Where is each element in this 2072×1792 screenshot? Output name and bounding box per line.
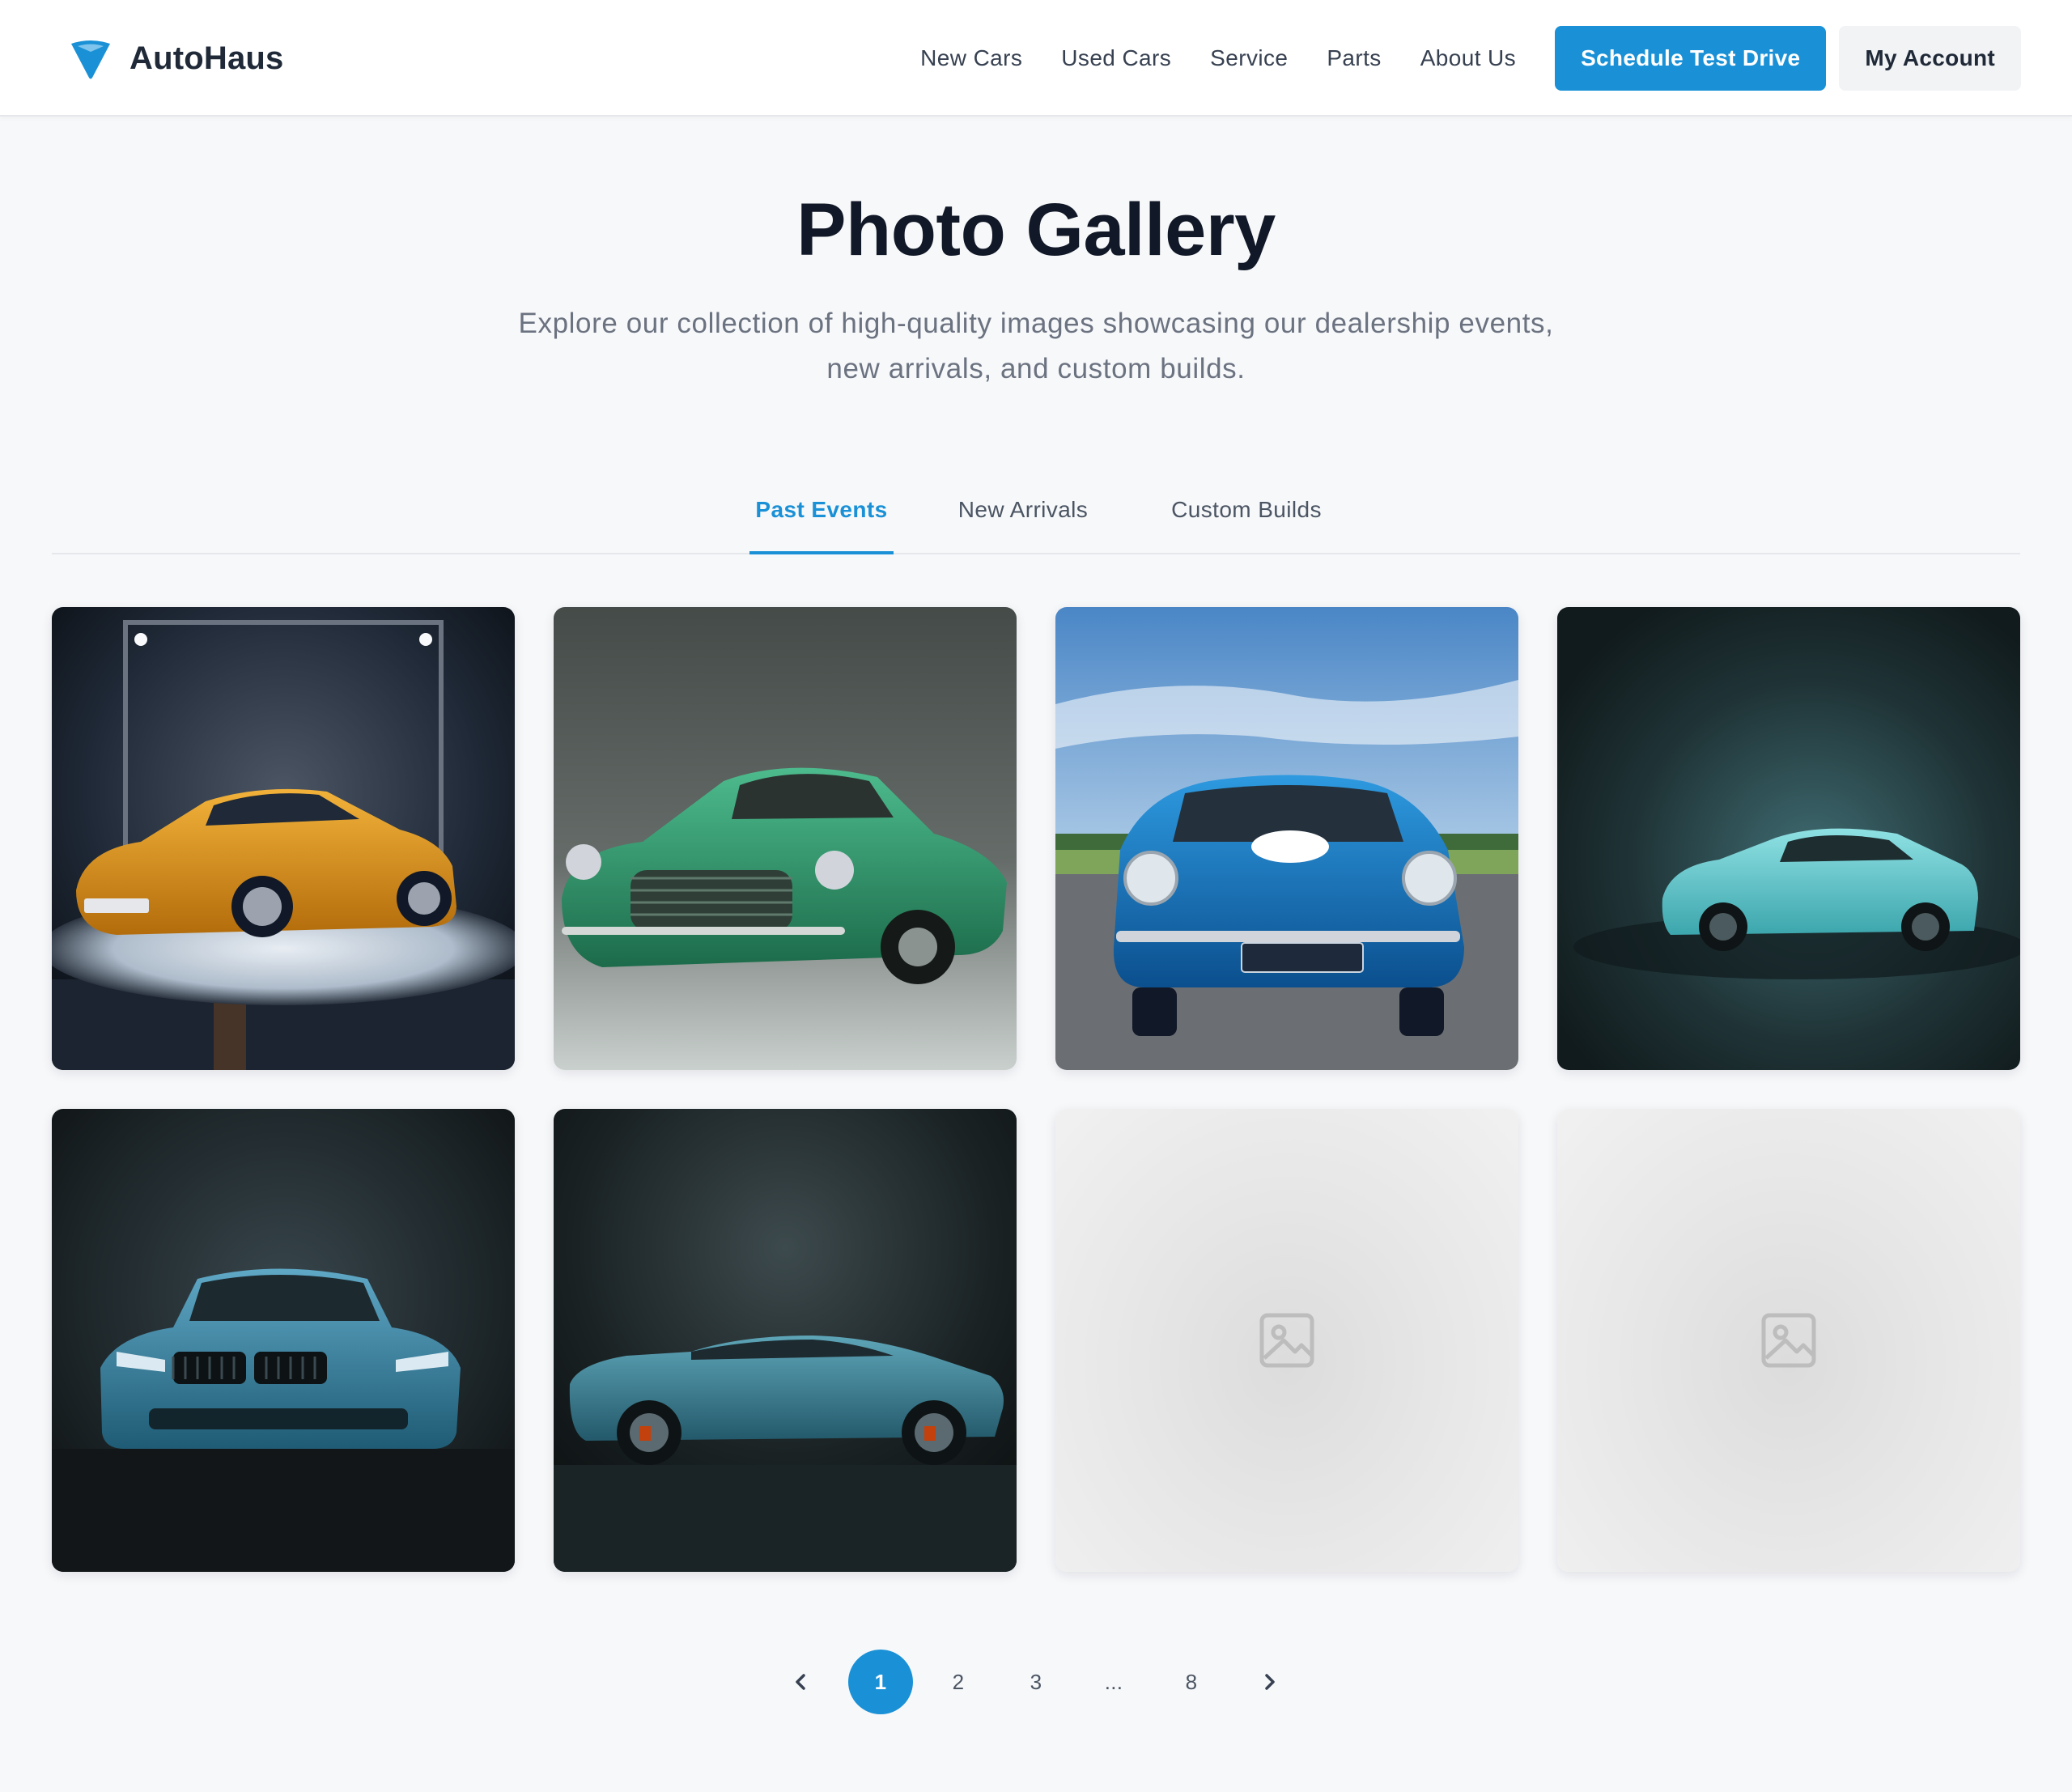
page-button-3[interactable]: 3 [1004,1650,1068,1714]
page-button-2[interactable]: 2 [926,1650,991,1714]
schedule-test-drive-button[interactable]: Schedule Test Drive [1555,26,1827,91]
gallery-photo-teal-coupe[interactable] [1557,607,2020,1070]
nav-link-new-cars[interactable]: New Cars [920,45,1022,71]
image-placeholder-icon [1761,1313,1816,1368]
gallery-tabs: Past Events New Arrivals Custom Builds [52,479,2020,554]
brand-name: AutoHaus [130,40,284,76]
image-placeholder-icon [1259,1313,1314,1368]
page-button-8[interactable]: 8 [1159,1650,1224,1714]
nav-link-service[interactable]: Service [1210,45,1288,71]
photo-orange-coupe [52,607,515,1070]
photo-blue-sedan [52,1109,515,1572]
photo-teal-coupe [1557,607,2020,1070]
nav-link-parts[interactable]: Parts [1327,45,1381,71]
chevron-left-icon [796,1674,805,1690]
page-button-1[interactable]: 1 [848,1650,913,1714]
site-header: AutoHaus New Cars Used Cars Service Part… [0,0,2072,117]
tab-custom-builds[interactable]: Custom Builds [1149,479,1344,554]
nav-link-used-cars[interactable]: Used Cars [1061,45,1171,71]
photo-green-classic [554,607,1017,1070]
page-title: Photo Gallery [796,189,1276,271]
brand-logo[interactable]: AutoHaus [68,32,284,84]
gallery-photo-placeholder[interactable] [1055,1109,1518,1572]
prev-page-button[interactable] [769,1650,834,1714]
logo-icon [71,40,110,79]
gallery-photo-blue-sedan[interactable] [52,1109,515,1572]
gallery-photo-orange-coupe[interactable] [52,607,515,1070]
page-subtitle: Explore our collection of high-quality i… [518,308,1554,384]
tab-past-events[interactable]: Past Events [749,479,894,554]
gallery-photo-teal-sports[interactable] [554,1109,1017,1572]
page-ellipsis: ... [1104,1669,1123,1694]
gallery-photo-placeholder[interactable] [1557,1109,2020,1572]
tab-new-arrivals[interactable]: New Arrivals [942,479,1104,554]
nav-link-about-us[interactable]: About Us [1420,45,1516,71]
next-page-button[interactable] [1237,1650,1301,1714]
photo-teal-sports [554,1109,1017,1572]
gallery-photo-blue-vintage[interactable] [1055,607,1518,1070]
photo-blue-vintage [1055,607,1518,1070]
chevron-right-icon [1265,1674,1275,1690]
gallery-photo-green-classic[interactable] [554,607,1017,1070]
my-account-button[interactable]: My Account [1839,26,2021,91]
main-nav: New Cars Used Cars Service Parts About U… [920,26,2021,91]
